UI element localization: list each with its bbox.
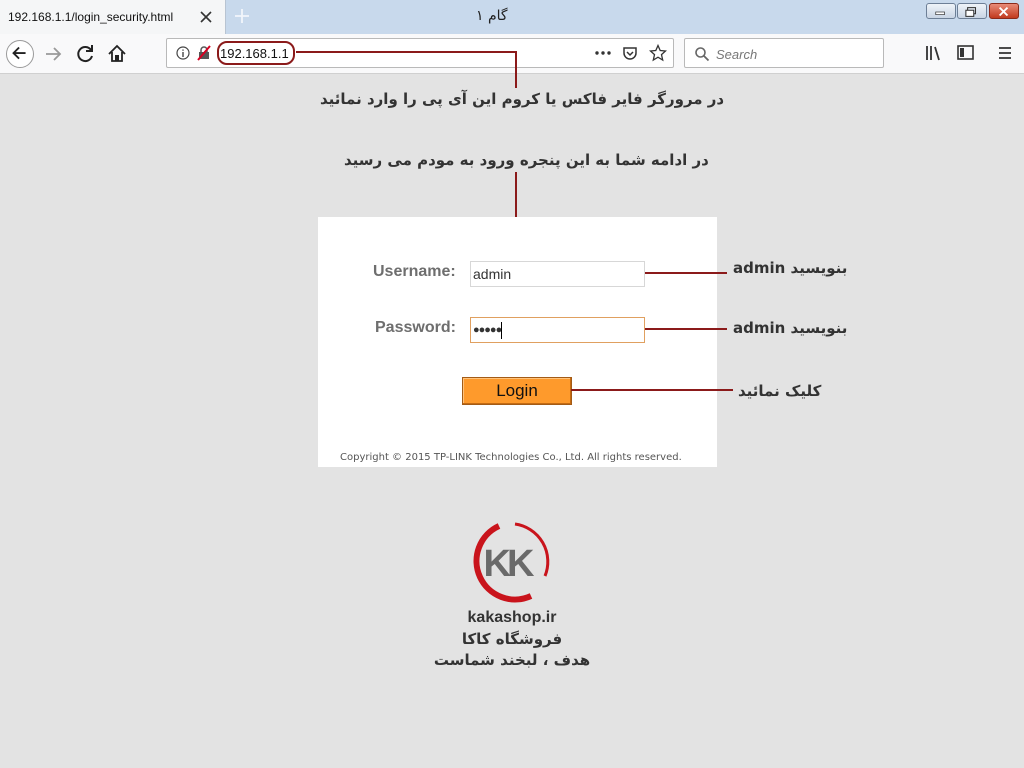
pocket-icon[interactable] bbox=[622, 45, 638, 61]
username-value: admin bbox=[473, 266, 512, 282]
back-arrow-icon bbox=[12, 46, 26, 60]
password-label: Password: bbox=[375, 319, 456, 336]
username-label: Username: bbox=[373, 263, 456, 280]
window-title: گام ۱ bbox=[476, 8, 508, 24]
minimize-icon bbox=[935, 11, 945, 15]
reload-icon bbox=[77, 45, 93, 63]
search-input[interactable]: Search bbox=[716, 47, 757, 62]
username-input[interactable]: admin bbox=[470, 261, 645, 287]
new-tab-icon[interactable] bbox=[232, 6, 252, 26]
brand-slogan: هدف ، لبخند شماست bbox=[433, 651, 591, 669]
copyright-text: Copyright © 2015 TP-LINK Technologies Co… bbox=[340, 452, 682, 463]
more-actions-icon[interactable] bbox=[594, 46, 612, 60]
address-hint-text: در مرورگر فایر فاکس یا کروم این آی پی را… bbox=[320, 90, 725, 108]
home-button[interactable] bbox=[103, 40, 131, 68]
restore-button[interactable] bbox=[957, 3, 987, 19]
info-icon[interactable] bbox=[176, 46, 190, 60]
forward-arrow-icon bbox=[46, 47, 62, 61]
reload-button[interactable] bbox=[72, 40, 100, 68]
close-tab-icon[interactable] bbox=[198, 9, 214, 25]
login-panel: Username: admin Password: ●●●●● Login Co… bbox=[318, 217, 717, 467]
bookmark-star-icon[interactable] bbox=[649, 44, 667, 62]
library-icon[interactable] bbox=[924, 44, 944, 62]
search-icon bbox=[695, 47, 710, 62]
close-icon bbox=[998, 6, 1009, 17]
password-mask: ●●●●● bbox=[473, 318, 502, 342]
text-caret bbox=[501, 321, 503, 339]
kakashop-logo: KK bbox=[459, 518, 555, 606]
login-button[interactable]: Login bbox=[462, 377, 572, 405]
url-highlight-outline bbox=[217, 41, 295, 65]
forward-button[interactable] bbox=[40, 40, 68, 68]
search-bar[interactable]: Search bbox=[684, 38, 884, 68]
login-hint-text: کلیک نمائید bbox=[738, 382, 822, 400]
home-icon bbox=[108, 44, 126, 62]
minimize-button[interactable] bbox=[926, 3, 956, 19]
logo-letters: KK bbox=[484, 543, 535, 585]
address-bar[interactable]: 192.168.1.1 bbox=[166, 38, 674, 68]
window-hint-text: در ادامه شما به این پنجره ورود به مودم م… bbox=[344, 151, 709, 169]
menu-icon[interactable] bbox=[996, 44, 1014, 62]
password-hint-text: بنویسید admin bbox=[733, 319, 848, 337]
insecure-lock-icon[interactable] bbox=[196, 45, 212, 61]
active-tab[interactable]: 192.168.1.1/login_security.html bbox=[0, 0, 226, 34]
tab-title: 192.168.1.1/login_security.html bbox=[8, 10, 174, 24]
brand-site: kakashop.ir bbox=[467, 609, 557, 626]
close-window-button[interactable] bbox=[989, 3, 1019, 19]
back-button[interactable] bbox=[6, 40, 34, 68]
logo-mark: KK bbox=[473, 522, 550, 603]
title-bar: 192.168.1.1/login_security.html گام ۱ bbox=[0, 0, 1024, 34]
sidebar-toggle-icon[interactable] bbox=[956, 44, 976, 62]
brand-name: فروشگاه کاکا bbox=[461, 630, 563, 648]
restore-icon bbox=[965, 7, 977, 17]
username-hint-text: بنویسید admin bbox=[733, 259, 848, 277]
password-input[interactable]: ●●●●● bbox=[470, 317, 645, 343]
navigation-bar: 192.168.1.1 Search bbox=[0, 34, 1024, 74]
